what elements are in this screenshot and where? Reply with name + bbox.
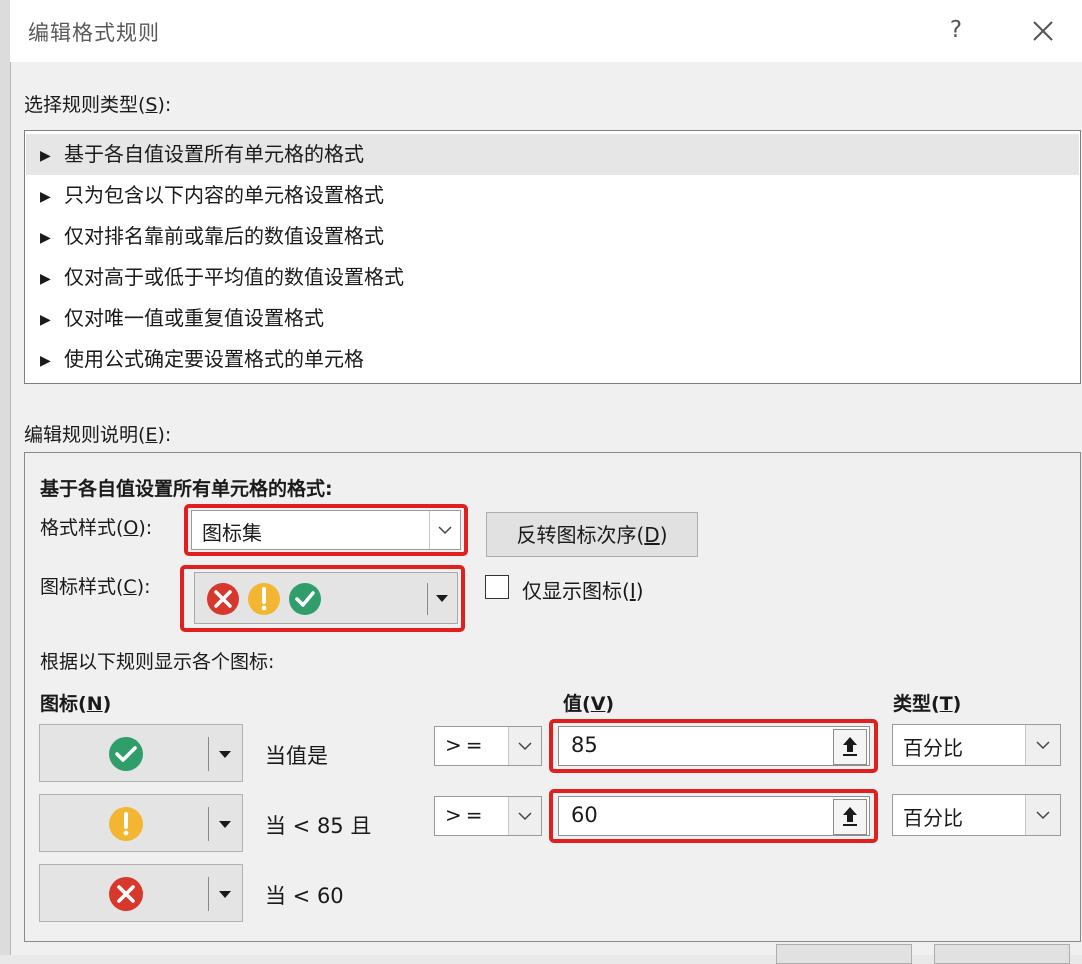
- icon-select-row-3[interactable]: [39, 864, 243, 922]
- yellow-exclamation-icon: [109, 807, 143, 841]
- red-x-icon: [109, 877, 143, 911]
- condition-row-3: 当 < 60: [265, 884, 344, 908]
- expand-arrow-icon: ▶: [40, 230, 51, 246]
- rules-caption: 根据以下规则显示各个图标:: [40, 651, 275, 673]
- expand-arrow-icon: ▶: [40, 189, 51, 205]
- expand-arrow-icon: ▶: [40, 353, 51, 369]
- dropdown-arrow-icon: [219, 821, 231, 828]
- ok-button[interactable]: [776, 944, 912, 964]
- icon-style-highlight: [180, 565, 465, 632]
- edit-rule-label: 编辑规则说明(E):: [24, 424, 172, 446]
- column-header-value: 值(V): [563, 693, 615, 715]
- type-select-row-2[interactable]: 百分比: [892, 794, 1061, 836]
- green-check-icon: [109, 737, 143, 771]
- rule-type-item-unique-duplicate[interactable]: ▶ 仅对唯一值或重复值设置格式: [26, 298, 1079, 339]
- chevron-down-icon: [1025, 725, 1060, 765]
- operator-select-row-1[interactable]: >=: [434, 726, 542, 766]
- rule-type-item-contains[interactable]: ▶ 只为包含以下内容的单元格设置格式: [26, 175, 1079, 216]
- column-header-icon: 图标(N): [40, 693, 112, 715]
- operator-select-row-2[interactable]: >=: [434, 796, 542, 836]
- rule-type-item-each-value[interactable]: ▶ 基于各自值设置所有单元格的格式: [26, 134, 1079, 175]
- rule-type-list[interactable]: ▶ 基于各自值设置所有单元格的格式 ▶ 只为包含以下内容的单元格设置格式 ▶ 仅对排名…: [24, 130, 1081, 384]
- rule-description-title: 基于各自值设置所有单元格的格式:: [40, 478, 333, 500]
- help-button[interactable]: ?: [940, 14, 972, 46]
- rule-type-label: 选择规则类型(S):: [24, 94, 172, 116]
- icon-select-row-2[interactable]: [39, 794, 243, 852]
- type-select-row-1[interactable]: 百分比: [892, 724, 1061, 766]
- chevron-down-icon: [508, 727, 541, 765]
- dropdown-arrow-icon: [219, 751, 231, 758]
- rule-type-item-formula[interactable]: ▶ 使用公式确定要设置格式的单元格: [26, 339, 1079, 380]
- value-highlight-row-2: [549, 789, 878, 843]
- chevron-down-icon: [508, 797, 541, 835]
- reverse-icon-order-button[interactable]: 反转图标次序(D): [486, 512, 698, 557]
- show-icon-only-label[interactable]: 仅显示图标(I): [522, 575, 644, 604]
- icon-style-label: 图标样式(C):: [40, 576, 151, 598]
- rule-type-item-top-bottom[interactable]: ▶ 仅对排名靠前或靠后的数值设置格式: [26, 216, 1079, 257]
- divider: [208, 877, 209, 911]
- dialog-title: 编辑格式规则: [28, 21, 160, 45]
- rule-type-item-above-below-average[interactable]: ▶ 仅对高于或低于平均值的数值设置格式: [26, 257, 1079, 298]
- divider: [208, 737, 209, 771]
- title-bar: [10, 0, 1082, 62]
- divider: [208, 807, 209, 841]
- cancel-button[interactable]: [934, 944, 1070, 964]
- column-header-type: 类型(T): [893, 693, 962, 715]
- condition-row-2: 当 < 85 且: [265, 814, 372, 838]
- close-button[interactable]: [1026, 14, 1060, 48]
- icon-select-row-1[interactable]: [39, 724, 243, 782]
- format-style-highlight: [184, 504, 468, 556]
- show-icon-only-checkbox[interactable]: [485, 575, 509, 599]
- dropdown-arrow-icon: [219, 891, 231, 898]
- chevron-down-icon: [1025, 795, 1060, 835]
- value-highlight-row-1: [549, 719, 878, 773]
- expand-arrow-icon: ▶: [40, 148, 51, 164]
- close-icon: [1033, 21, 1053, 41]
- expand-arrow-icon: ▶: [40, 312, 51, 328]
- condition-row-1: 当值是: [265, 744, 328, 768]
- format-style-label: 格式样式(O):: [40, 517, 153, 539]
- expand-arrow-icon: ▶: [40, 271, 51, 287]
- background-window: [0, 0, 10, 955]
